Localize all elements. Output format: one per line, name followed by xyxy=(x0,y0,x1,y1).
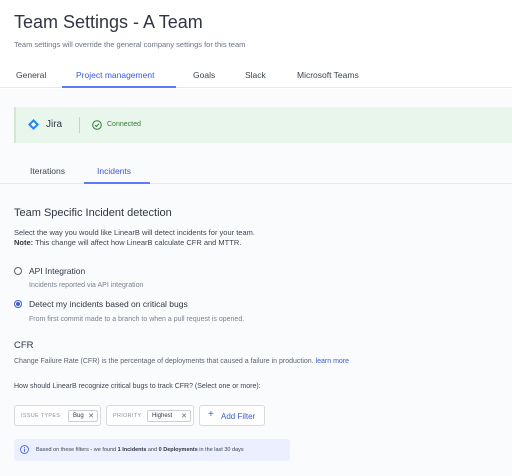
radio-api-integration[interactable] xyxy=(14,267,22,275)
filter-chip-bug: Bug ✕ xyxy=(68,410,98,422)
radio-critical-bugs[interactable] xyxy=(14,300,22,308)
radio-label-critical-bugs: Detect my incidents based on critical bu… xyxy=(29,299,188,309)
section-note: Note: This change will affect how Linear… xyxy=(14,238,241,247)
radio-hint-critical-bugs: From first commit made to a branch to wh… xyxy=(29,316,245,323)
active-subtab-indicator xyxy=(84,182,150,184)
incidents-label: Incidents xyxy=(122,447,147,453)
section-title: Team Specific Incident detection xyxy=(14,207,172,219)
cfr-description: Change Failure Rate (CFR) is the percent… xyxy=(14,358,349,365)
tab-incidents[interactable]: Incidents xyxy=(97,166,131,176)
filter-label-priority: PRIORITY xyxy=(113,413,142,419)
filter-results-text: Based on these filters - we found 1 Inci… xyxy=(36,447,244,453)
integration-name: Jira xyxy=(46,119,63,130)
integration-status-bar: Jira Connected xyxy=(14,107,512,143)
tab-slack[interactable]: Slack xyxy=(245,70,266,80)
connection-status: Connected xyxy=(107,121,141,128)
chip-label: Highest xyxy=(152,413,173,419)
page-title: Team Settings - A Team xyxy=(14,12,203,32)
tab-general[interactable]: General xyxy=(16,70,46,80)
filter-priority[interactable]: PRIORITY Highest ✕ xyxy=(106,405,194,426)
filter-results-info: Based on these filters - we found 1 Inci… xyxy=(14,439,290,461)
jira-icon xyxy=(28,119,39,130)
cfr-question: How should LinearB recognize critical bu… xyxy=(14,383,261,390)
learn-more-link[interactable]: learn more xyxy=(316,358,349,365)
divider xyxy=(79,117,80,133)
info-suffix: in the last 30 days xyxy=(197,447,244,453)
incidents-count: 1 xyxy=(117,447,121,453)
incident-subtabs: Iterations Incidents xyxy=(0,160,512,184)
tab-goals[interactable]: Goals xyxy=(193,70,215,80)
note-text: This change will affect how LinearB calc… xyxy=(35,238,242,247)
info-icon xyxy=(20,445,29,454)
radio-label-api-integration: API Integration xyxy=(29,266,86,276)
tab-project-management[interactable]: Project management xyxy=(76,70,154,80)
info-and: and xyxy=(146,447,159,453)
cfr-title: CFR xyxy=(14,340,34,351)
page-subtitle: Team settings will override the general … xyxy=(14,40,246,49)
filter-chip-highest: Highest ✕ xyxy=(147,410,191,422)
add-filter-button[interactable]: + Add Filter xyxy=(199,405,265,426)
filter-label-issue-types: ISSUE TYPES xyxy=(21,413,61,419)
add-filter-label: Add Filter xyxy=(221,412,256,421)
cfr-description-text: Change Failure Rate (CFR) is the percent… xyxy=(14,358,314,365)
settings-tabs: General Project management Goals Slack M… xyxy=(0,66,512,88)
remove-chip-icon[interactable]: ✕ xyxy=(88,412,94,420)
check-circle-icon xyxy=(92,120,102,130)
info-prefix: Based on these filters - we found xyxy=(36,447,118,453)
radio-hint-api-integration: Incidents reported via API integration xyxy=(29,282,144,289)
deployments-label: Deployments xyxy=(163,447,198,453)
plus-icon: + xyxy=(208,409,214,420)
active-tab-indicator xyxy=(62,86,176,88)
section-description: Select the way you would like LinearB wi… xyxy=(14,228,255,237)
deployments-count: 0 xyxy=(158,447,162,453)
chip-label: Bug xyxy=(73,413,84,419)
remove-chip-icon[interactable]: ✕ xyxy=(181,412,187,420)
tab-microsoft-teams[interactable]: Microsoft Teams xyxy=(297,70,359,80)
note-label: Note: xyxy=(14,238,34,247)
tab-iterations[interactable]: Iterations xyxy=(30,166,65,176)
filter-issue-types[interactable]: ISSUE TYPES Bug ✕ xyxy=(14,405,101,426)
